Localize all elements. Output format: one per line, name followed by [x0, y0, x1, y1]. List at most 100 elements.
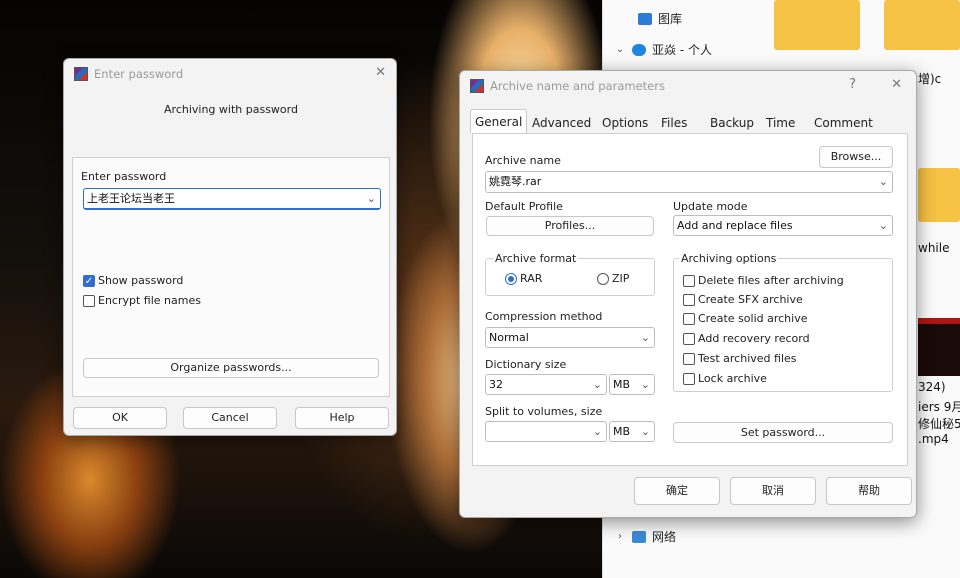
close-icon[interactable]: ✕ [891, 77, 902, 92]
encrypt-filenames-checkbox[interactable]: Encrypt file names [83, 294, 201, 307]
folder-thumbnail[interactable] [774, 0, 860, 50]
chevron-down-icon[interactable]: ⌄ [879, 172, 888, 192]
update-mode-label: Update mode [673, 200, 748, 213]
chevron-down-icon[interactable]: ⌄ [641, 375, 650, 395]
lock-archive-checkbox[interactable]: Lock archive [683, 372, 767, 385]
format-zip-radio[interactable]: ZIP [597, 272, 629, 285]
dialog-title: Archive name and parameters [490, 79, 665, 93]
checkbox-label: Encrypt file names [98, 294, 201, 307]
chevron-down-icon[interactable]: ⌄ [641, 328, 650, 348]
browse-button[interactable]: Browse... [819, 146, 893, 168]
cancel-button[interactable]: 取消 [730, 477, 816, 505]
radio-label: ZIP [612, 272, 630, 285]
split-unit-value: MB [613, 425, 631, 438]
explorer-nav-label: 亚焱 - 个人 [652, 43, 712, 57]
split-volumes-input[interactable]: ⌄ [485, 421, 607, 442]
winrar-app-icon [470, 79, 484, 93]
set-password-button[interactable]: Set password... [673, 422, 893, 443]
password-input[interactable]: 上老王论坛当老王 ⌄ [83, 188, 381, 210]
test-archived-files-checkbox[interactable]: Test archived files [683, 352, 797, 365]
compression-method-label: Compression method [485, 310, 603, 323]
explorer-file-label: 增)c [918, 72, 942, 86]
checkbox-label: Create SFX archive [698, 293, 803, 306]
update-mode-value: Add and replace files [677, 219, 793, 232]
dictionary-unit-value: MB [613, 378, 631, 391]
archive-name-input[interactable]: 姚霓琴.rar ⌄ [485, 171, 893, 193]
ok-button[interactable]: 确定 [634, 477, 720, 505]
tab-options[interactable]: Options [598, 111, 652, 135]
tab-backup[interactable]: Backup [706, 111, 758, 135]
profiles-button[interactable]: Profiles... [486, 216, 654, 236]
tab-general[interactable]: General [470, 109, 528, 133]
default-profile-label: Default Profile [485, 200, 563, 213]
explorer-file-label: iers 9月 [918, 400, 960, 414]
archive-name-value: 姚霓琴.rar [489, 175, 542, 188]
chevron-down-icon[interactable]: ⌄ [879, 216, 888, 236]
chevron-down-icon[interactable]: ⌄ [367, 189, 376, 209]
explorer-file-label: 324) [918, 380, 946, 394]
create-solid-checkbox[interactable]: Create solid archive [683, 312, 807, 325]
close-icon[interactable]: ✕ [375, 65, 386, 80]
tab-comment[interactable]: Comment [810, 111, 877, 135]
checkbox-label: Delete files after archiving [698, 274, 844, 287]
tab-files[interactable]: Files [657, 111, 691, 135]
update-mode-select[interactable]: Add and replace files ⌄ [673, 215, 893, 236]
folder-thumbnail[interactable] [918, 168, 960, 222]
password-panel: Enter password 上老王论坛当老王 ⌄ ✓ Show passwor… [72, 157, 390, 397]
enter-password-label: Enter password [81, 170, 167, 183]
chevron-down-icon[interactable]: ⌄ [593, 422, 602, 442]
general-tab-panel: Archive name Browse... 姚霓琴.rar ⌄ Default… [472, 133, 908, 466]
enter-password-dialog: Enter password ✕ Archiving with password… [63, 58, 397, 436]
checkbox-label: Test archived files [698, 352, 797, 365]
create-sfx-checkbox[interactable]: Create SFX archive [683, 293, 803, 306]
network-icon [632, 530, 646, 543]
tab-time[interactable]: Time [762, 111, 799, 135]
dictionary-unit-select[interactable]: MB ⌄ [609, 374, 655, 395]
tab-advanced[interactable]: Advanced [528, 111, 595, 135]
explorer-nav-network[interactable]: › 网络 [614, 528, 676, 545]
gallery-icon [638, 12, 652, 25]
explorer-nav-label: 图库 [658, 12, 683, 26]
folder-thumbnail[interactable] [884, 0, 960, 50]
show-password-checkbox[interactable]: ✓ Show password [83, 274, 183, 287]
explorer-nav-label: 网络 [652, 530, 677, 544]
archive-name-label: Archive name [485, 154, 561, 167]
chevron-down-icon[interactable]: ⌄ [593, 375, 602, 395]
explorer-file-label: while [918, 241, 950, 255]
ok-button[interactable]: OK [73, 407, 167, 429]
archive-format-label: Archive format [493, 252, 579, 265]
help-button[interactable]: 帮助 [826, 477, 912, 505]
checkbox-label: Show password [98, 274, 184, 287]
dialog-heading: Archiving with password [164, 103, 298, 116]
checkbox-label: Add recovery record [698, 332, 810, 345]
dialog-titlebar[interactable]: Enter password ✕ [64, 59, 396, 89]
dialog-title: Enter password [94, 67, 184, 81]
add-recovery-record-checkbox[interactable]: Add recovery record [683, 332, 810, 345]
checkmark-icon: ✓ [83, 274, 95, 287]
help-button[interactable]: Help [295, 407, 389, 429]
organize-passwords-button[interactable]: Organize passwords... [83, 358, 379, 378]
dictionary-size-select[interactable]: 32 ⌄ [485, 374, 607, 395]
password-value: 上老王论坛当老王 [87, 192, 175, 205]
explorer-nav-onedrive[interactable]: ⌄ 亚焱 - 个人 [614, 41, 712, 58]
cancel-button[interactable]: Cancel [183, 407, 277, 429]
split-unit-select[interactable]: MB ⌄ [609, 421, 655, 442]
dialog-titlebar[interactable]: Archive name and parameters ? ✕ [460, 71, 916, 101]
compression-method-select[interactable]: Normal ⌄ [485, 327, 655, 348]
delete-after-archiving-checkbox[interactable]: Delete files after archiving [683, 274, 844, 287]
onedrive-icon [632, 43, 646, 56]
chevron-down-icon[interactable]: ⌄ [641, 422, 650, 442]
format-rar-radio[interactable]: RAR [505, 272, 542, 285]
help-icon[interactable]: ? [849, 77, 856, 92]
checkbox-label: Create solid archive [698, 312, 808, 325]
dictionary-size-value: 32 [489, 378, 503, 391]
chevron-down-icon[interactable]: ⌄ [614, 44, 626, 55]
compression-method-value: Normal [489, 331, 529, 344]
video-thumbnail[interactable] [918, 318, 960, 376]
checkbox-label: Lock archive [698, 372, 767, 385]
archiving-options-label: Archiving options [679, 252, 779, 265]
archive-parameters-dialog: Archive name and parameters ? ✕ General … [459, 70, 917, 518]
explorer-file-label: 修仙秘5 [918, 417, 960, 431]
chevron-right-icon[interactable]: › [614, 531, 626, 542]
explorer-nav-gallery[interactable]: 图库 [620, 10, 682, 27]
